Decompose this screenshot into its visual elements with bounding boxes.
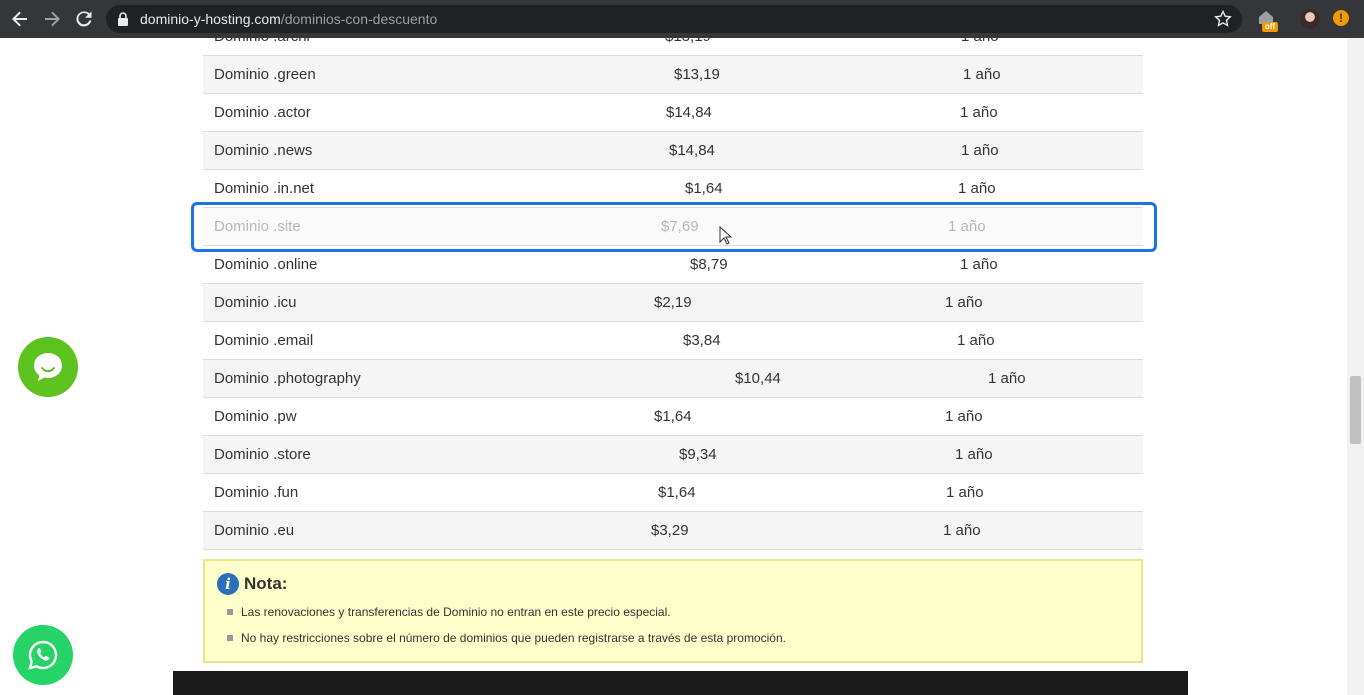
table-row: Dominio .pw $1,64 1 año — [203, 398, 1143, 436]
domain-price: $1,64 — [658, 484, 696, 501]
domain-name: Dominio .news — [214, 142, 313, 159]
table-row: Dominio .photography $10,44 1 año — [203, 360, 1143, 398]
domain-price: $1,64 — [685, 180, 723, 197]
extension-badge: off — [1262, 22, 1278, 32]
domain-name: Dominio .email — [214, 332, 314, 349]
table-row-hovered[interactable]: Dominio .site $7,69 1 año — [203, 208, 1143, 246]
domain-name: Dominio .store — [214, 446, 311, 463]
domain-price: $14,84 — [666, 104, 712, 121]
table-row: Dominio .store $9,34 1 año — [203, 436, 1143, 474]
domain-name: Dominio .in.net — [214, 180, 315, 197]
domain-period: 1 año — [955, 446, 993, 463]
url-text: dominio-y-hosting.com/dominios-con-descu… — [140, 11, 437, 27]
arrow-left-icon — [12, 11, 27, 27]
lock-icon — [118, 12, 128, 26]
info-icon: i — [217, 573, 239, 595]
scrollbar-thumb[interactable] — [1350, 376, 1361, 444]
bookmark-star-icon[interactable] — [1214, 10, 1232, 28]
domain-price: $9,34 — [679, 446, 717, 463]
domain-period: 1 año — [958, 180, 996, 197]
domain-name: Dominio .photography — [214, 370, 361, 387]
domain-period: 1 año — [957, 332, 995, 349]
whatsapp-icon — [28, 640, 58, 670]
note-title: Nota: — [244, 574, 288, 593]
domain-period: 1 año — [961, 142, 999, 159]
table-row: Dominio .actor $14,84 1 año — [203, 94, 1143, 132]
note-item: Las renovaciones y transferencias de Dom… — [225, 599, 786, 625]
domain-name: Dominio .online — [214, 256, 318, 273]
domain-price-table: Dominio .archi $13,19 1 año Dominio .gre… — [203, 18, 1143, 550]
domain-period: 1 año — [945, 294, 983, 311]
table-row: Dominio .icu $2,19 1 año — [203, 284, 1143, 322]
domain-period: 1 año — [948, 218, 986, 235]
domain-price: $3,84 — [683, 332, 721, 349]
domain-price: $10,44 — [735, 370, 781, 387]
domain-price: $3,29 — [651, 522, 689, 539]
domain-period: 1 año — [988, 370, 1026, 387]
page-scrollbar[interactable] — [1347, 38, 1364, 695]
chat-bubble-icon — [34, 353, 62, 381]
profile-avatar[interactable] — [1300, 9, 1320, 29]
note-header: i Nota: — [217, 573, 287, 595]
note-item-text: No hay restricciones sobre el número de … — [241, 631, 786, 645]
domain-period: 1 año — [946, 484, 984, 501]
domain-name: Dominio .pw — [214, 408, 297, 425]
reload-icon — [76, 11, 92, 27]
table-row: Dominio .fun $1,64 1 año — [203, 474, 1143, 512]
domain-price: $8,79 — [690, 256, 728, 273]
domain-name: Dominio .icu — [214, 294, 297, 311]
domain-period: 1 año — [963, 66, 1001, 83]
domain-name: Dominio .actor — [214, 104, 311, 121]
note-list: Las renovaciones y transferencias de Dom… — [225, 599, 786, 651]
forward-button[interactable] — [41, 8, 63, 30]
domain-price: $2,19 — [654, 294, 692, 311]
bullet-icon — [227, 609, 233, 615]
domain-price: $1,64 — [654, 408, 692, 425]
browser-toolbar: dominio-y-hosting.com/dominios-con-descu… — [0, 0, 1364, 38]
live-chat-button[interactable] — [18, 337, 78, 397]
domain-price: $13,19 — [674, 66, 720, 83]
table-row: Dominio .online $8,79 1 año — [203, 246, 1143, 284]
domain-name: Dominio .green — [214, 66, 316, 83]
domain-name: Dominio .fun — [214, 484, 299, 501]
domain-price: $14,84 — [669, 142, 715, 159]
table-row: Dominio .email $3,84 1 año — [203, 322, 1143, 360]
domain-period: 1 año — [945, 408, 983, 425]
domain-name: Dominio .site — [214, 218, 301, 235]
domain-period: 1 año — [960, 104, 998, 121]
note-item-text: Las renovaciones y transferencias de Dom… — [241, 605, 671, 619]
domain-price: $7,69 — [661, 218, 699, 235]
table-row: Dominio .green $13,19 1 año — [203, 56, 1143, 94]
mouse-cursor-icon — [719, 226, 733, 245]
reload-button[interactable] — [73, 8, 95, 30]
domain-name: Dominio .eu — [214, 522, 295, 539]
note-box: i Nota: Las renovaciones y transferencia… — [203, 559, 1143, 663]
note-item: No hay restricciones sobre el número de … — [225, 625, 786, 651]
whatsapp-button[interactable] — [13, 625, 73, 685]
table-row: Dominio .news $14,84 1 año — [203, 132, 1143, 170]
update-alert-icon[interactable]: ! — [1333, 10, 1349, 26]
domain-period: 1 año — [943, 522, 981, 539]
bullet-icon — [227, 635, 233, 641]
url-path: /dominios-con-descuento — [280, 11, 438, 27]
url-domain: dominio-y-hosting.com — [140, 11, 281, 27]
back-button[interactable] — [9, 8, 31, 30]
table-row: Dominio .in.net $1,64 1 año — [203, 170, 1143, 208]
footer — [173, 671, 1188, 695]
domain-period: 1 año — [960, 256, 998, 273]
arrow-right-icon — [45, 11, 60, 27]
address-bar[interactable]: dominio-y-hosting.com/dominios-con-descu… — [106, 5, 1242, 33]
table-row: Dominio .eu $3,29 1 año — [203, 512, 1143, 550]
